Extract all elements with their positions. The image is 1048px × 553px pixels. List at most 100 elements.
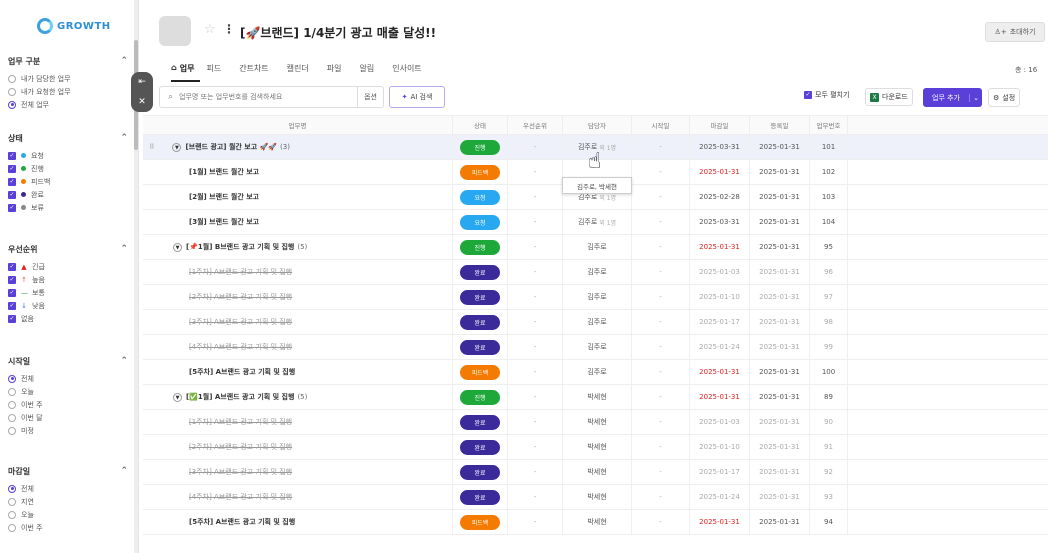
table-row[interactable]: [5주차] A브랜드 광고 기획 및 집행 피드백 - 박세현 -2025-01-31 2… <box>143 510 1048 535</box>
tab-1[interactable]: 피드 <box>206 60 233 82</box>
chevron-up-icon[interactable]: ⌃ <box>120 466 128 476</box>
due-date-cell[interactable]: 2025-01-31 <box>690 510 750 534</box>
radio-button[interactable] <box>8 374 16 383</box>
tab-3[interactable]: 캘린더 <box>287 60 321 82</box>
status-badge[interactable]: 피드백 <box>460 364 500 380</box>
task-name-cell[interactable]: ⠿ ▼ [브랜드 광고] 월간 보고 🚀🚀 (3) <box>143 135 453 159</box>
priority-cell[interactable]: - <box>508 485 563 509</box>
filter-option[interactable]: 내가 담당한 업무 <box>8 72 128 85</box>
status-cell[interactable]: 완료 <box>453 285 508 309</box>
filter-option[interactable]: 미정 <box>8 424 128 437</box>
priority-cell[interactable]: - <box>508 135 563 159</box>
priority-cell[interactable]: - <box>508 160 563 184</box>
start-date-cell[interactable]: - <box>632 510 690 534</box>
filter-option[interactable]: ✓ ↓ 낮음 <box>8 299 128 312</box>
assignee-cell[interactable]: 김주로 <box>563 360 632 384</box>
task-name[interactable]: [✅1월] A브랜드 광고 기획 및 집행 <box>186 392 294 402</box>
task-name-cell[interactable]: [4주차] A브랜드 광고 기획 및 집행 <box>143 485 453 509</box>
start-date-cell[interactable]: - <box>632 160 690 184</box>
filter-section-header[interactable]: 마감일 ⌃ <box>8 464 128 478</box>
ai-search-button[interactable]: ✦ AI 검색 <box>389 86 445 108</box>
chevron-up-icon[interactable]: ⌃ <box>120 356 128 366</box>
table-row[interactable]: ▼ [📌1월] B브랜드 광고 기획 및 집행 (5) 진행 - 김주로 -2025-01-… <box>143 235 1048 260</box>
task-name[interactable]: [4주차] A브랜드 광고 기획 및 집행 <box>189 342 292 352</box>
status-cell[interactable]: 완료 <box>453 485 508 509</box>
filter-option[interactable]: ✓ 보류 <box>8 201 128 214</box>
column-header[interactable]: 담당자 <box>563 116 632 134</box>
chevron-up-icon[interactable]: ⌃ <box>120 133 128 143</box>
collapse-toggle-icon[interactable]: ▼ <box>173 392 182 402</box>
assignee-cell[interactable]: 박세현 <box>563 435 632 459</box>
status-cell[interactable]: 완료 <box>453 260 508 284</box>
collapse-toggle-icon[interactable]: ▼ <box>172 142 182 152</box>
table-row[interactable]: [5주차] A브랜드 광고 기획 및 집행 피드백 - 김주로 -2025-01-31 2… <box>143 360 1048 385</box>
start-date-cell[interactable]: - <box>632 135 690 159</box>
status-cell[interactable]: 완료 <box>453 335 508 359</box>
column-header[interactable]: 업무번호 <box>810 116 848 134</box>
status-badge[interactable]: 완료 <box>460 314 500 330</box>
assignee-cell[interactable]: 박세현 <box>563 485 632 509</box>
assignee-cell[interactable]: 박세현 <box>563 460 632 484</box>
due-date-cell[interactable]: 2025-03-31 <box>690 210 750 234</box>
start-date-cell[interactable]: - <box>632 485 690 509</box>
filter-option[interactable]: ✓ 피드백 <box>8 175 128 188</box>
checkbox[interactable]: ✓ <box>8 177 16 186</box>
table-row[interactable]: [4주차] A브랜드 광고 기획 및 집행 완료 - 김주로 -2025-01-24 20… <box>143 335 1048 360</box>
status-badge[interactable]: 피드백 <box>460 164 500 180</box>
start-date-cell[interactable]: - <box>632 460 690 484</box>
task-name[interactable]: [3주차] A브랜드 광고 기획 및 집행 <box>189 467 292 477</box>
task-name-cell[interactable]: [2주차] A브랜드 광고 기획 및 집행 <box>143 285 453 309</box>
assignee-cell[interactable]: 김주로 <box>563 235 632 259</box>
assignee-cell[interactable]: 박세현 <box>563 410 632 434</box>
tab-5[interactable]: 알림 <box>359 60 386 82</box>
start-date-cell[interactable]: - <box>632 210 690 234</box>
priority-cell[interactable]: - <box>508 510 563 534</box>
status-cell[interactable]: 피드백 <box>453 510 508 534</box>
task-name[interactable]: [4주차] A브랜드 광고 기획 및 집행 <box>189 492 292 502</box>
status-badge[interactable]: 완료 <box>460 339 500 355</box>
radio-button[interactable] <box>8 100 16 109</box>
column-header[interactable]: 등록일 <box>750 116 810 134</box>
due-date-cell[interactable]: 2025-02-28 <box>690 185 750 209</box>
task-name[interactable]: [2월] 브랜드 월간 보고 <box>189 192 259 202</box>
status-cell[interactable]: 진행 <box>453 235 508 259</box>
radio-button[interactable] <box>8 387 16 396</box>
status-badge[interactable]: 완료 <box>460 264 500 280</box>
table-row[interactable]: [1주차] A브랜드 광고 기획 및 집행 완료 - 박세현 -2025-01-03 20… <box>143 410 1048 435</box>
filter-option[interactable]: 이번 주 <box>8 521 128 534</box>
table-row[interactable]: [3월] 브랜드 월간 보고 요청 - 김주로 외 1명 -2025-03-31 2025-… <box>143 210 1048 235</box>
checkbox[interactable]: ✓ <box>8 288 16 297</box>
column-header[interactable]: 상태 <box>453 116 508 134</box>
invite-button[interactable]: ♙+ 초대하기 <box>985 22 1045 42</box>
assignee-cell[interactable]: 박세현 <box>563 385 632 409</box>
filter-option[interactable]: ✓ 없음 <box>8 312 128 325</box>
status-cell[interactable]: 완료 <box>453 460 508 484</box>
filter-option[interactable]: ✓ ↑ 높음 <box>8 273 128 286</box>
task-name-cell[interactable]: [1주차] A브랜드 광고 기획 및 집행 <box>143 260 453 284</box>
due-date-cell[interactable]: 2025-01-10 <box>690 285 750 309</box>
chevron-up-icon[interactable]: ⌃ <box>120 56 128 66</box>
status-cell[interactable]: 요청 <box>453 185 508 209</box>
task-name[interactable]: [1주차] A브랜드 광고 기획 및 집행 <box>189 417 292 427</box>
radio-button[interactable] <box>8 484 16 493</box>
filter-option[interactable]: 내가 요청한 업무 <box>8 85 128 98</box>
status-cell[interactable]: 피드백 <box>453 160 508 184</box>
priority-cell[interactable]: - <box>508 410 563 434</box>
assignee-cell[interactable]: 김주로 <box>563 260 632 284</box>
due-date-cell[interactable]: 2025-01-31 <box>690 360 750 384</box>
table-row[interactable]: [2주차] A브랜드 광고 기획 및 집행 완료 - 김주로 -2025-01-10 20… <box>143 285 1048 310</box>
expand-all-toggle[interactable]: ✓ 모두 펼치기 <box>804 90 849 100</box>
tab-4[interactable]: 파일 <box>327 60 354 82</box>
radio-button[interactable] <box>8 426 16 435</box>
column-header[interactable]: 마감일 <box>690 116 750 134</box>
filter-section-header[interactable]: 우선순위 ⌃ <box>8 242 128 256</box>
radio-button[interactable] <box>8 87 16 96</box>
checkbox[interactable]: ✓ <box>8 301 16 310</box>
due-date-cell[interactable]: 2025-01-31 <box>690 160 750 184</box>
checkbox[interactable]: ✓ <box>8 151 16 160</box>
due-date-cell[interactable]: 2025-01-24 <box>690 485 750 509</box>
assignee-cell[interactable]: 김주로 <box>563 310 632 334</box>
radio-button[interactable] <box>8 510 16 519</box>
task-name[interactable]: [2주차] A브랜드 광고 기획 및 집행 <box>189 292 292 302</box>
column-header[interactable]: 우선순위 <box>508 116 563 134</box>
